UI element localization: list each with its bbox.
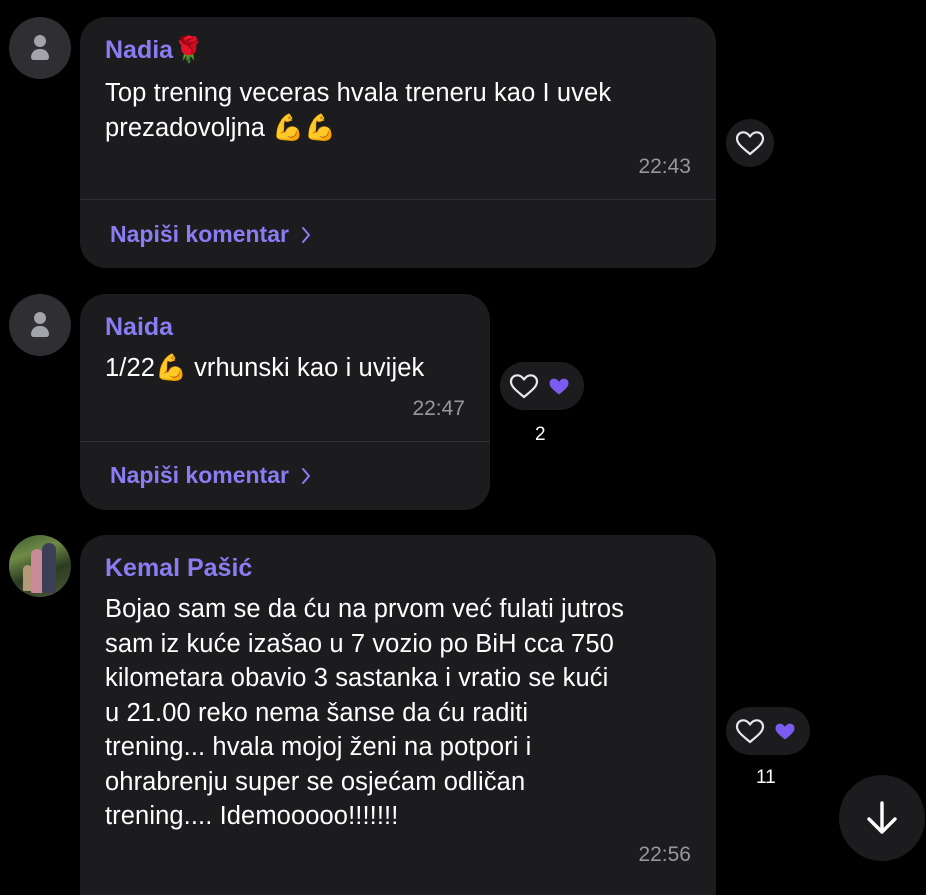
user-placeholder-icon	[34, 35, 46, 47]
heart-outline-icon[interactable]	[726, 707, 774, 755]
reaction-bar[interactable]	[726, 707, 810, 755]
user-placeholder-body	[31, 49, 49, 60]
chevron-right-icon	[301, 226, 310, 243]
user-placeholder-body	[31, 326, 49, 337]
message-author[interactable]: Naida	[105, 313, 173, 342]
reaction-bar[interactable]	[726, 119, 774, 167]
write-comment-label: Napiši komentar	[110, 462, 289, 488]
author-emoji: 🌹	[173, 36, 205, 64]
avatar-photo-figure	[42, 543, 56, 593]
heart-outline-icon[interactable]	[726, 119, 774, 167]
avatar-placeholder[interactable]	[9, 17, 71, 79]
user-placeholder-icon	[34, 312, 46, 324]
arrow-down-icon	[867, 801, 897, 834]
message-time: 22:43	[638, 155, 691, 178]
message-bubble[interactable]: Kemal Pašić Bojao sam se da ću na prvom …	[80, 535, 716, 895]
author-name: Naida	[105, 313, 174, 341]
message-text: 1/22💪 vrhunski kao i uvijek	[105, 354, 425, 382]
write-comment-button[interactable]: Napiši komentar	[110, 462, 311, 489]
purple-heart-icon[interactable]	[774, 707, 804, 755]
reaction-count: 11	[756, 767, 776, 788]
divider	[80, 441, 490, 442]
avatar-photo[interactable]	[9, 535, 71, 597]
message-author[interactable]: Kemal Pašić	[105, 554, 252, 583]
message-author[interactable]: Nadia🌹	[105, 36, 204, 65]
message-bubble[interactable]: Naida 1/22💪 vrhunski kao i uvijek 22:47 …	[80, 294, 490, 510]
divider	[80, 199, 716, 200]
reaction-bar[interactable]	[500, 362, 584, 410]
purple-heart-icon[interactable]	[548, 362, 578, 410]
write-comment-button[interactable]: Napiši komentar	[110, 221, 311, 248]
avatar-placeholder[interactable]	[9, 294, 71, 356]
author-name: Nadia	[105, 36, 174, 64]
message-time: 22:47	[412, 397, 465, 420]
write-comment-label: Napiši komentar	[110, 221, 289, 247]
author-name: Kemal Pašić	[105, 554, 253, 582]
chevron-right-icon	[301, 467, 310, 484]
message-bubble[interactable]: Nadia🌹 Top trening veceras hvala treneru…	[80, 17, 716, 268]
avatar-photo-figure	[23, 565, 32, 591]
message-text: Bojao sam se da ću na prvom već fulati j…	[105, 595, 624, 830]
message-time: 22:56	[638, 843, 691, 866]
heart-outline-icon[interactable]	[500, 362, 548, 410]
reaction-count: 2	[535, 424, 546, 445]
scroll-down-button[interactable]	[839, 775, 925, 861]
message-text: Top trening veceras hvala treneru kao I …	[105, 79, 612, 142]
